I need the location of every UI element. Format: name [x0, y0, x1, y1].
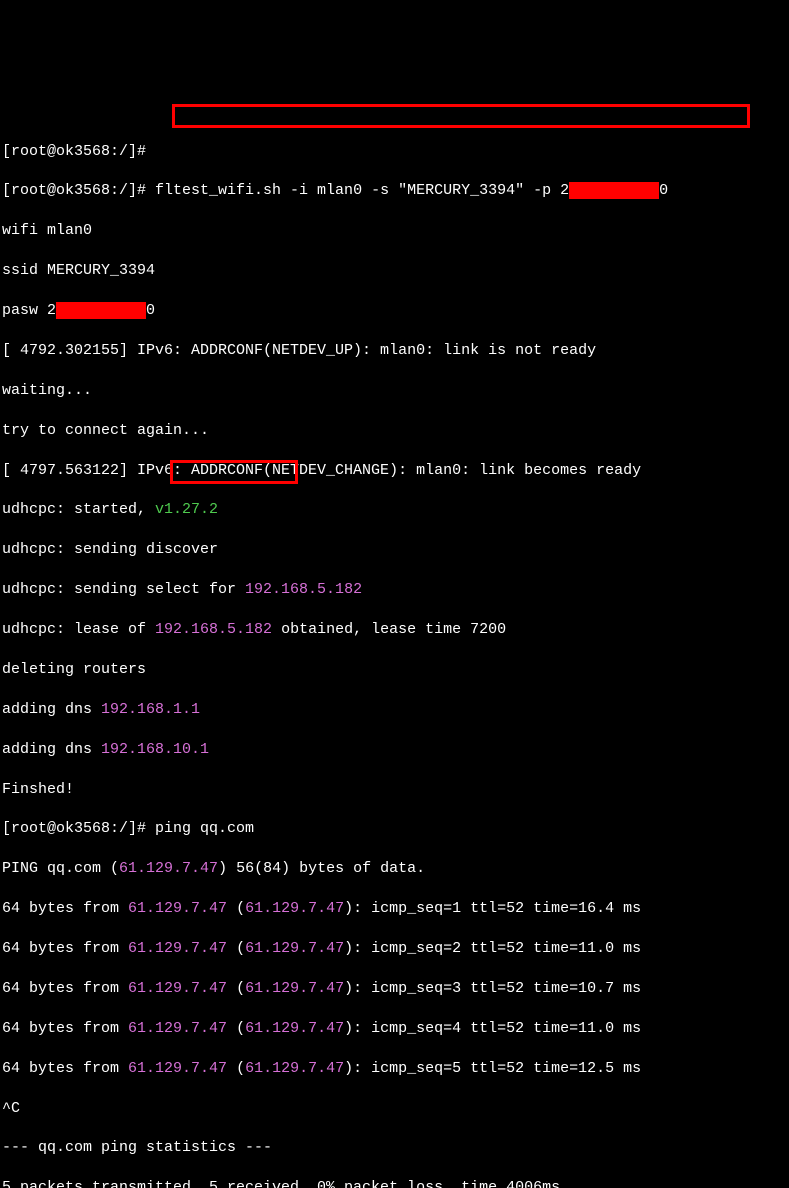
- ping-result-line: 64 bytes from 61.129.7.47 (61.129.7.47):…: [2, 1059, 787, 1079]
- output-line: 5 packets transmitted, 5 received, 0% pa…: [2, 1178, 787, 1188]
- output-text: 64 bytes from: [2, 940, 128, 957]
- output-line: Finshed!: [2, 780, 787, 800]
- prompt-text: [root@ok3568:/]#: [2, 182, 155, 199]
- output-text: (: [227, 1060, 245, 1077]
- prompt-line: [root@ok3568:/]#: [2, 142, 787, 162]
- output-line: pasw 2 0: [2, 301, 787, 321]
- ip-address: 61.129.7.47: [128, 940, 227, 957]
- ip-address: 192.168.10.1: [101, 741, 209, 758]
- ping-result-line: 64 bytes from 61.129.7.47 (61.129.7.47):…: [2, 1019, 787, 1039]
- redacted-password: [569, 182, 659, 199]
- output-text: obtained, lease time 7200: [272, 621, 506, 638]
- output-text: 64 bytes from: [2, 980, 128, 997]
- highlight-command-1: [172, 104, 750, 128]
- output-text: (: [227, 980, 245, 997]
- output-text: 0: [146, 302, 155, 319]
- ping-result-line: 64 bytes from 61.129.7.47 (61.129.7.47):…: [2, 939, 787, 959]
- output-line: udhcpc: sending select for 192.168.5.182: [2, 580, 787, 600]
- output-text: ): icmp_seq=3 ttl=52 time=10.7 ms: [344, 980, 641, 997]
- prompt-text: [root@ok3568:/]#: [2, 143, 146, 160]
- ip-address: 61.129.7.47: [128, 1020, 227, 1037]
- ip-address: 61.129.7.47: [245, 1020, 344, 1037]
- prompt-text: [root@ok3568:/]#: [2, 820, 155, 837]
- output-line: --- qq.com ping statistics ---: [2, 1138, 787, 1158]
- output-line: PING qq.com (61.129.7.47) 56(84) bytes o…: [2, 859, 787, 879]
- ip-address: 192.168.1.1: [101, 701, 200, 718]
- redacted-password: [56, 302, 146, 319]
- output-line: adding dns 192.168.10.1: [2, 740, 787, 760]
- output-text: adding dns: [2, 741, 101, 758]
- output-line: udhcpc: started, v1.27.2: [2, 500, 787, 520]
- command-text: 0: [659, 182, 668, 199]
- ip-address: 61.129.7.47: [245, 940, 344, 957]
- command-text: fltest_wifi.sh -i mlan0 -s "MERCURY_3394…: [155, 182, 569, 199]
- output-text: (: [227, 900, 245, 917]
- output-text: adding dns: [2, 701, 101, 718]
- output-text: udhcpc: sending select for: [2, 581, 245, 598]
- output-text: (: [227, 940, 245, 957]
- output-text: (: [227, 1020, 245, 1037]
- output-text: 64 bytes from: [2, 900, 128, 917]
- output-line: waiting...: [2, 381, 787, 401]
- output-line: adding dns 192.168.1.1: [2, 700, 787, 720]
- ping-result-line: 64 bytes from 61.129.7.47 (61.129.7.47):…: [2, 979, 787, 999]
- ip-address: 61.129.7.47: [245, 1060, 344, 1077]
- output-text: pasw 2: [2, 302, 56, 319]
- ip-address: 61.129.7.47: [245, 900, 344, 917]
- output-text: PING qq.com (: [2, 860, 119, 877]
- output-text: 64 bytes from: [2, 1060, 128, 1077]
- output-text: udhcpc: started,: [2, 501, 155, 518]
- output-line: ssid MERCURY_3394: [2, 261, 787, 281]
- output-text: ): icmp_seq=1 ttl=52 time=16.4 ms: [344, 900, 641, 917]
- ip-address: 192.168.5.182: [155, 621, 272, 638]
- ip-address: 61.129.7.47: [128, 980, 227, 997]
- output-line: deleting routers: [2, 660, 787, 680]
- output-text: udhcpc: lease of: [2, 621, 155, 638]
- ip-address: 61.129.7.47: [128, 900, 227, 917]
- output-line: udhcpc: lease of 192.168.5.182 obtained,…: [2, 620, 787, 640]
- command-line-1: [root@ok3568:/]# fltest_wifi.sh -i mlan0…: [2, 181, 787, 201]
- ping-result-line: 64 bytes from 61.129.7.47 (61.129.7.47):…: [2, 899, 787, 919]
- ip-address: 61.129.7.47: [119, 860, 218, 877]
- output-text: ): icmp_seq=2 ttl=52 time=11.0 ms: [344, 940, 641, 957]
- output-text: 64 bytes from: [2, 1020, 128, 1037]
- ip-address: 61.129.7.47: [245, 980, 344, 997]
- output-text: ): icmp_seq=4 ttl=52 time=11.0 ms: [344, 1020, 641, 1037]
- output-text: ) 56(84) bytes of data.: [218, 860, 425, 877]
- output-text: ): icmp_seq=5 ttl=52 time=12.5 ms: [344, 1060, 641, 1077]
- ip-address: 61.129.7.47: [128, 1060, 227, 1077]
- output-line: [ 4797.563122] IPv6: ADDRCONF(NETDEV_CHA…: [2, 461, 787, 481]
- output-line: wifi mlan0: [2, 221, 787, 241]
- output-line: [ 4792.302155] IPv6: ADDRCONF(NETDEV_UP)…: [2, 341, 787, 361]
- command-text: ping qq.com: [155, 820, 254, 837]
- output-line: ^C: [2, 1099, 787, 1119]
- command-line-2: [root@ok3568:/]# ping qq.com: [2, 819, 787, 839]
- ip-address: 192.168.5.182: [245, 581, 362, 598]
- output-line: try to connect again...: [2, 421, 787, 441]
- terminal-output: [root@ok3568:/]# [root@ok3568:/]# fltest…: [2, 82, 787, 1188]
- version-text: v1.27.2: [155, 501, 218, 518]
- output-line: udhcpc: sending discover: [2, 540, 787, 560]
